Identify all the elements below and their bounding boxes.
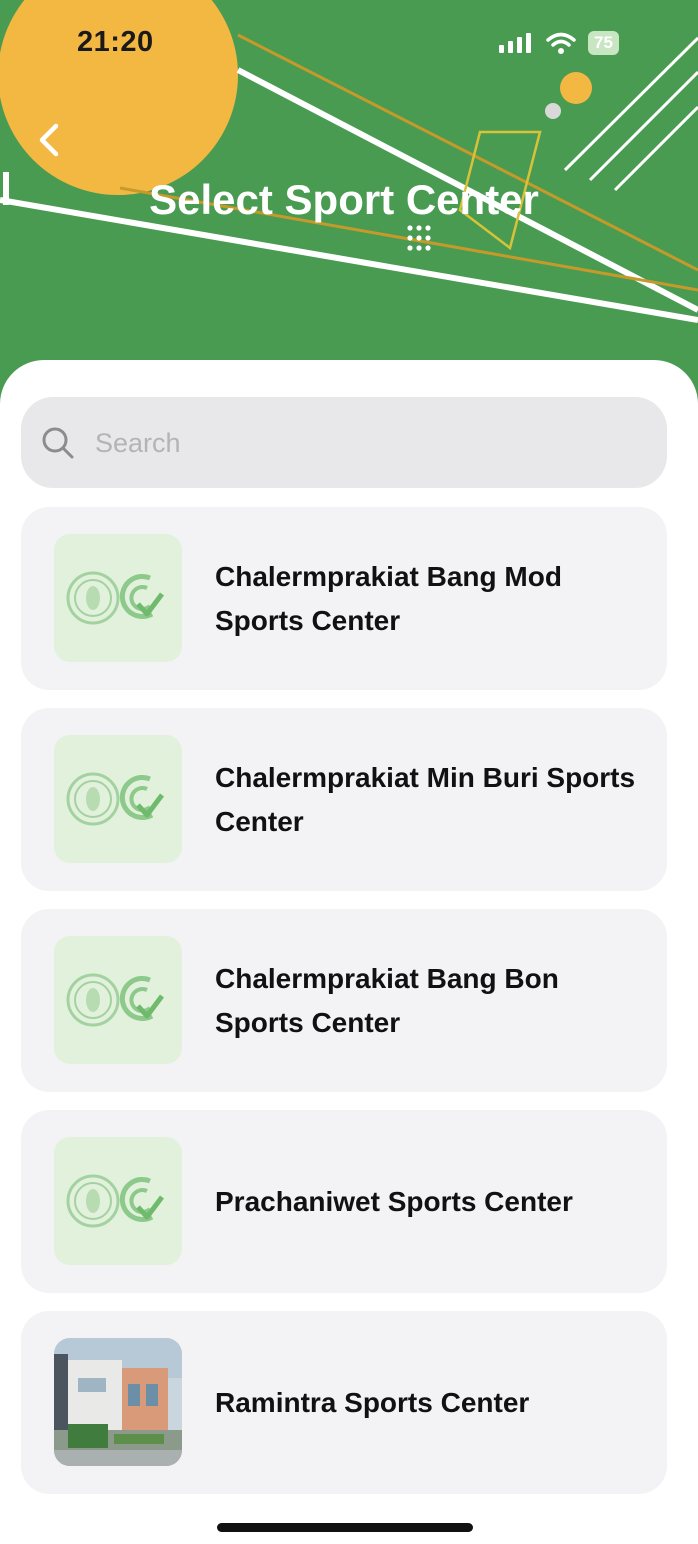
center-logo — [54, 735, 182, 863]
center-logo-graphic — [66, 571, 164, 625]
sport-center-card[interactable]: Chalermprakiat Bang Mod Sports Center — [21, 507, 667, 690]
center-photo — [54, 1338, 182, 1466]
sport-center-name: Chalermprakiat Bang Mod Sports Center — [215, 560, 562, 636]
sport-center-name: Prachaniwet Sports Center — [215, 1185, 573, 1217]
center-logo — [54, 936, 182, 1064]
sport-center-name: Chalermprakiat Min Buri Sports Center — [215, 761, 636, 837]
header-banner: 21:20 75 Select Sport Center — [0, 0, 698, 420]
page-title: Select Sport Center — [149, 176, 539, 223]
wifi-icon — [546, 32, 576, 54]
sport-center-card[interactable]: Ramintra Sports Center — [21, 1311, 667, 1494]
center-logo — [54, 534, 182, 662]
center-logo-graphic — [66, 973, 164, 1027]
home-indicator — [217, 1523, 473, 1532]
center-logo — [54, 1137, 182, 1265]
chevron-left-icon — [39, 123, 59, 157]
center-logo-graphic — [66, 772, 164, 826]
building-photo — [54, 1338, 182, 1466]
back-button[interactable] — [30, 118, 70, 162]
center-logo-graphic — [66, 1174, 164, 1228]
sport-center-card[interactable]: Prachaniwet Sports Center — [21, 1110, 667, 1293]
sport-center-card[interactable]: Chalermprakiat Min Buri Sports Center — [21, 708, 667, 891]
status-icons: 75 — [498, 30, 619, 56]
search-icon — [42, 427, 74, 459]
search-bar[interactable] — [21, 397, 667, 488]
sport-center-name: Chalermprakiat Bang Bon Sports Center — [215, 962, 559, 1038]
sport-center-name: Ramintra Sports Center — [215, 1386, 530, 1418]
sport-center-card[interactable]: Chalermprakiat Bang Bon Sports Center — [21, 909, 667, 1092]
search-input[interactable] — [93, 415, 657, 471]
status-time: 21:20 — [77, 26, 154, 58]
battery-indicator: 75 — [588, 31, 619, 55]
signal-icon — [499, 33, 531, 53]
